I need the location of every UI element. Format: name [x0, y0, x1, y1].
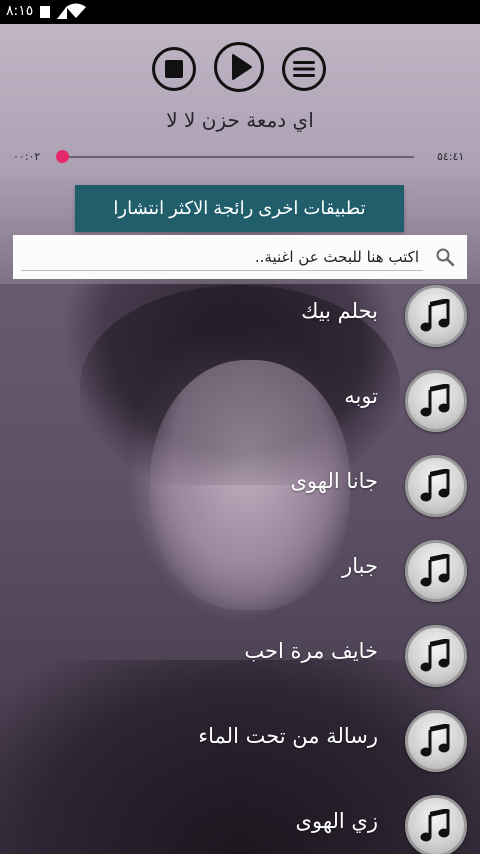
stop-icon	[165, 60, 183, 78]
song-icon	[405, 370, 467, 432]
music-note-icon	[420, 724, 450, 757]
seek-thumb[interactable]	[55, 150, 69, 163]
song-title: خايف مرة احب	[244, 639, 378, 663]
list-item[interactable]: توبه	[0, 370, 480, 450]
play-button[interactable]	[214, 42, 264, 92]
song-icon	[405, 455, 467, 517]
song-title: رسالة من تحت الماء	[198, 724, 378, 748]
list-item[interactable]: جانا الهوى	[0, 455, 480, 535]
menu-icon	[293, 61, 315, 77]
list-item[interactable]: زي الهوى	[0, 795, 480, 854]
song-title: بحلم بيك	[301, 299, 378, 323]
list-item[interactable]: بحلم بيك	[0, 285, 480, 365]
music-note-icon	[420, 809, 450, 842]
current-time: ٠٠:٠٢	[13, 150, 41, 163]
status-time: ٨:١٥	[6, 3, 34, 19]
playlist-menu-button[interactable]	[282, 47, 326, 91]
music-note-icon	[420, 469, 450, 502]
total-time: ٥٤:٤١	[437, 150, 465, 163]
song-title: توبه	[344, 384, 378, 408]
wifi-icon	[66, 3, 86, 23]
other-apps-button[interactable]: تطبيقات اخرى رائجة الاكثر انتشارا	[75, 185, 404, 232]
seek-bar[interactable]	[58, 156, 414, 158]
list-item[interactable]: رسالة من تحت الماء	[0, 710, 480, 790]
song-title: زي الهوى	[295, 809, 378, 833]
search-icon	[435, 247, 455, 271]
search-bar	[13, 235, 467, 279]
list-item[interactable]: جبار	[0, 540, 480, 620]
music-note-icon	[420, 384, 450, 417]
song-icon	[405, 540, 467, 602]
song-icon	[405, 625, 467, 687]
song-icon	[405, 795, 467, 854]
song-icon	[405, 710, 467, 772]
notification-icon	[40, 6, 50, 18]
music-note-icon	[420, 554, 450, 587]
music-note-icon	[420, 299, 450, 332]
play-icon	[232, 54, 252, 80]
list-item[interactable]: خايف مرة احب	[0, 625, 480, 705]
song-title: جانا الهوى	[290, 469, 379, 493]
stop-button[interactable]	[152, 47, 196, 91]
now-playing-title: اي دمعة حزن لا لا	[166, 108, 314, 132]
status-bar: ٨:١٥	[0, 0, 480, 24]
song-title: جبار	[342, 554, 378, 578]
music-note-icon	[420, 639, 450, 672]
song-icon	[405, 285, 467, 347]
search-input[interactable]	[21, 243, 423, 271]
